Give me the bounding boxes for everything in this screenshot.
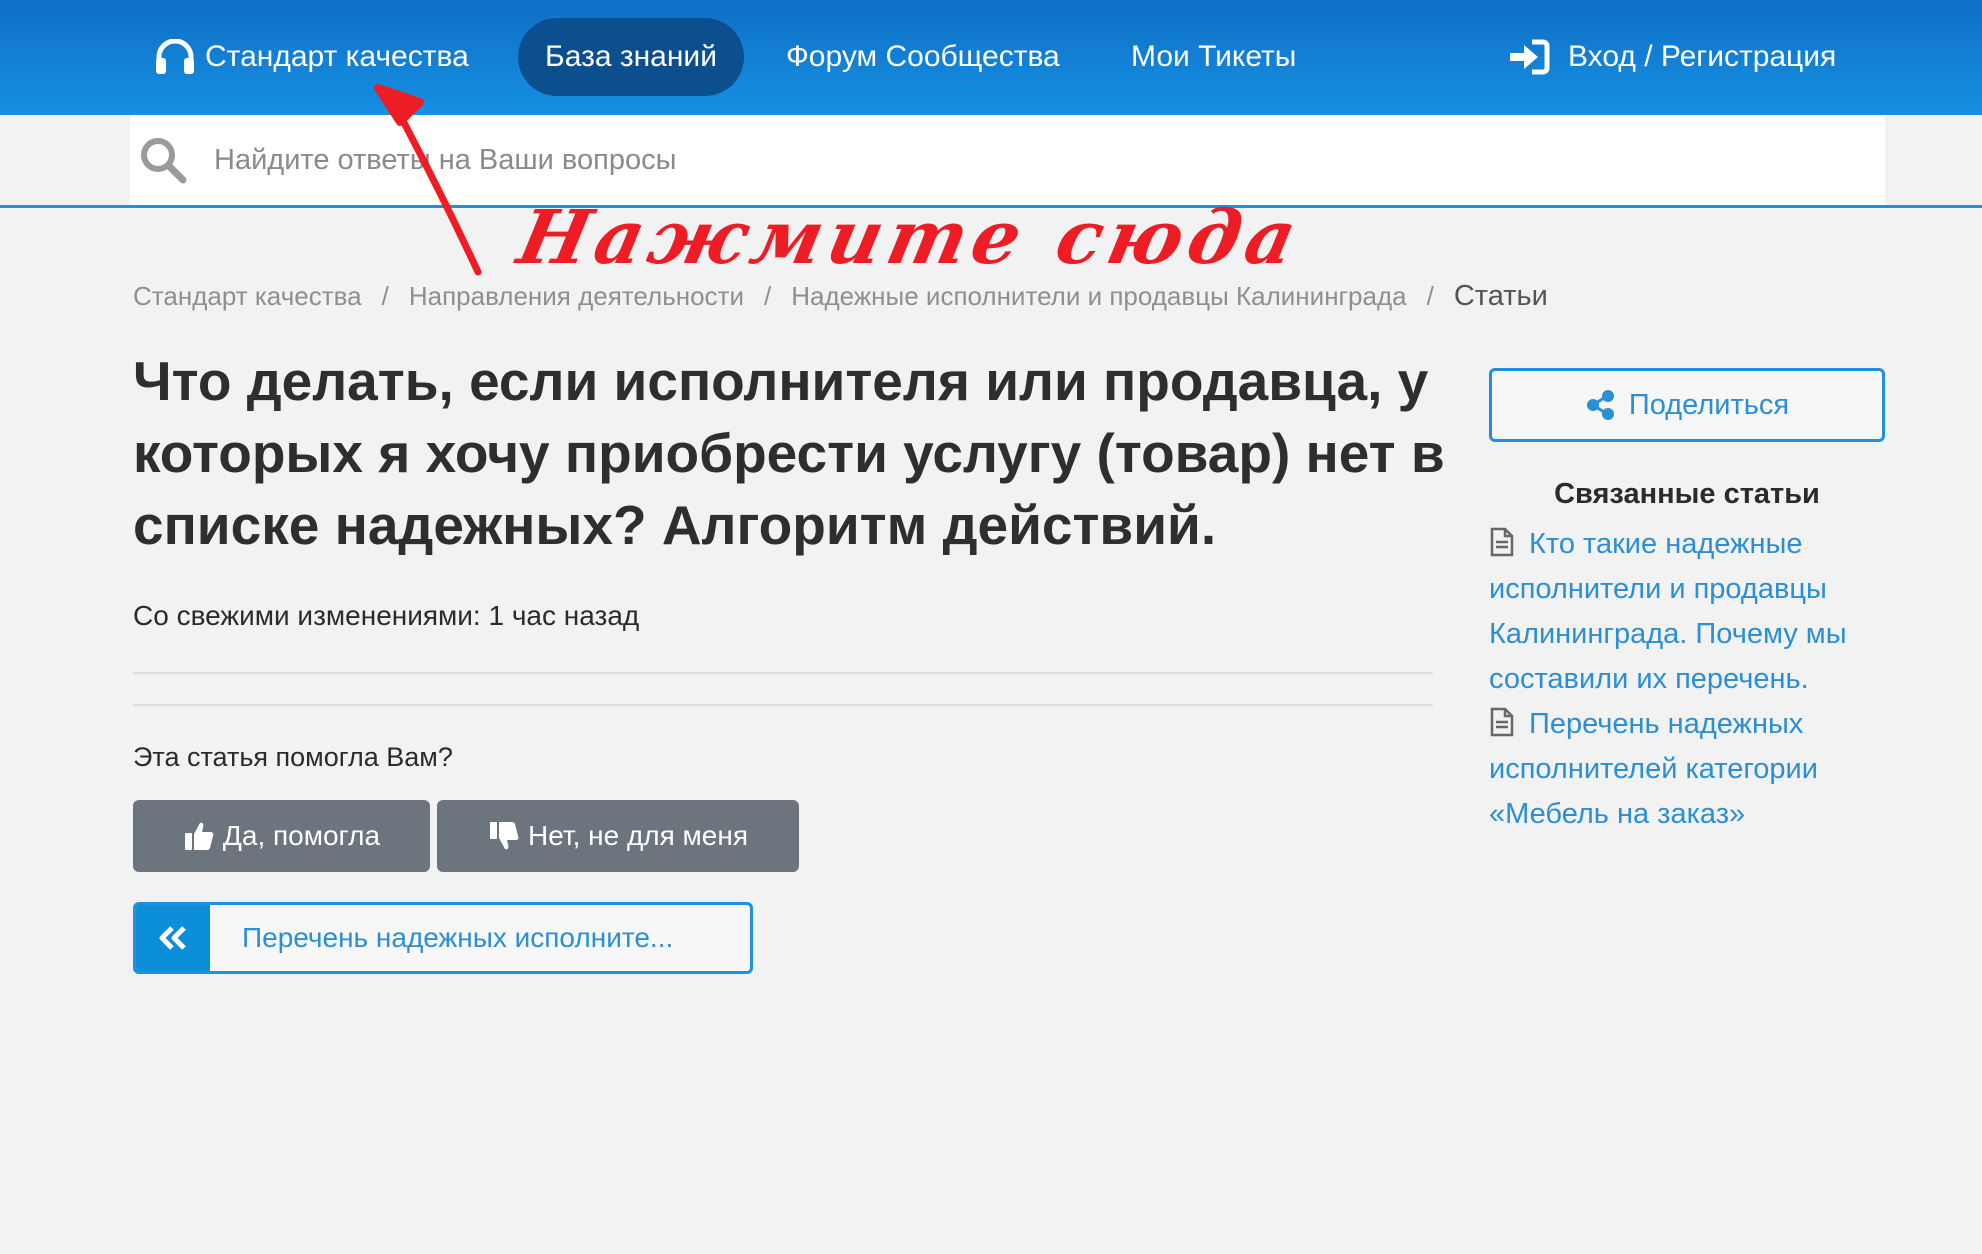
- article-updated: Со свежими изменениями: 1 час назад: [133, 600, 640, 631]
- related-article-item: Перечень надежных исполнителей категории…: [1489, 702, 1889, 837]
- share-icon: [1586, 390, 1614, 420]
- brand-label: Стандарт качества: [205, 40, 469, 73]
- vote-no-button[interactable]: Нет, не для меня: [437, 800, 799, 872]
- brand-link[interactable]: Стандарт качества: [155, 18, 469, 96]
- previous-article-label: Перечень надежных исполните...: [242, 922, 674, 953]
- vote-yes-label: Да, помогла: [222, 820, 381, 851]
- nav-knowledge-base-label: База знаний: [545, 40, 717, 73]
- search-input[interactable]: [212, 142, 1816, 178]
- top-navigation-bar: Стандарт качества База знаний Форум Сооб…: [0, 0, 1982, 115]
- related-article-link[interactable]: Перечень надежных исполнителей категории…: [1489, 708, 1818, 830]
- breadcrumb-separator: /: [763, 281, 772, 311]
- double-chevron-left-icon: [136, 905, 210, 971]
- related-article-item: Кто такие надежные исполнители и продавц…: [1489, 522, 1889, 702]
- breadcrumb-separator: /: [381, 281, 389, 311]
- login-label: Вход / Регистрация: [1568, 40, 1837, 73]
- related-articles-title: Связанные статьи: [1554, 478, 1820, 510]
- nav-forum-label: Форум Сообщества: [786, 40, 1060, 73]
- search-icon: [141, 138, 187, 184]
- headset-icon: [156, 39, 194, 74]
- nav-forum[interactable]: Форум Сообщества: [786, 18, 1060, 96]
- vote-yes-button[interactable]: Да, помогла: [133, 800, 430, 872]
- search-box: [130, 115, 1885, 205]
- breadcrumb: Стандарт качества / Направления деятельн…: [133, 280, 1548, 313]
- helpful-question: Эта статья помогла Вам?: [133, 742, 453, 772]
- divider: [133, 672, 1433, 674]
- breadcrumb-item-reliable[interactable]: Надежные исполнители и продавцы Калининг…: [791, 281, 1406, 312]
- vote-no-label: Нет, не для меня: [527, 820, 749, 851]
- document-icon: [1490, 707, 1514, 737]
- breadcrumb-current: Статьи: [1453, 280, 1548, 312]
- breadcrumb-separator: /: [1426, 281, 1434, 311]
- nav-tickets[interactable]: Мои Тикеты: [1131, 18, 1296, 96]
- share-button[interactable]: Поделиться: [1489, 368, 1885, 442]
- nav-tickets-label: Мои Тикеты: [1131, 40, 1297, 73]
- related-articles-list: Кто такие надежные исполнители и продавц…: [1489, 522, 1889, 837]
- thumbs-down-icon: [489, 822, 519, 850]
- nav-knowledge-base[interactable]: База знаний: [518, 18, 744, 96]
- annotation-text: Нажмите сюда: [510, 195, 1310, 281]
- sign-in-icon: [1510, 39, 1550, 75]
- share-label: Поделиться: [1628, 388, 1790, 421]
- divider: [133, 704, 1433, 706]
- breadcrumb-item-directions[interactable]: Направления деятельности: [409, 281, 744, 312]
- breadcrumb-item-home[interactable]: Стандарт качества: [133, 281, 362, 312]
- document-icon: [1490, 527, 1514, 557]
- related-article-link[interactable]: Кто такие надежные исполнители и продавц…: [1489, 528, 1847, 695]
- article-title: Что делать, если исполнителя или продавц…: [133, 350, 1445, 556]
- previous-article-link[interactable]: Перечень надежных исполните...: [133, 902, 753, 974]
- login-link[interactable]: Вход / Регистрация: [1508, 18, 1836, 96]
- thumbs-up-icon: [184, 822, 214, 850]
